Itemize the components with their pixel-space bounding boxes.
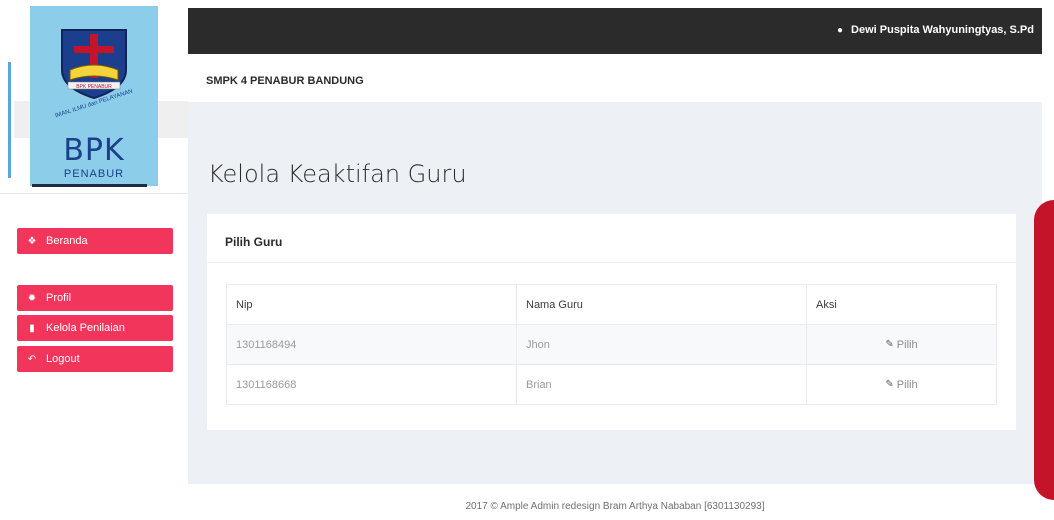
school-name: SMPK 4 PENABUR BANDUNG bbox=[206, 75, 364, 87]
sidebar-item-label: Logout bbox=[46, 353, 80, 365]
table-row: 1301168668 Brian ✎ Pilih bbox=[226, 364, 997, 405]
logo-ribbon: BPK PENABUR bbox=[76, 84, 112, 90]
footer-text: 2017 © Ample Admin redesign Bram Arthya … bbox=[465, 501, 765, 512]
sidebar-item-kelola-penilaian[interactable]: ▮ Kelola Penilaian bbox=[17, 315, 173, 341]
shield-icon: BPK PENABUR bbox=[61, 29, 127, 100]
page: BPK PENABUR IMAN, ILMU dan PELAYANAN BPK… bbox=[0, 0, 1054, 520]
home-icon: ❖ bbox=[27, 235, 37, 247]
gear-icon: ✹ bbox=[27, 292, 37, 304]
pilih-label: Pilih bbox=[896, 338, 918, 351]
cell-nip: 1301168668 bbox=[226, 364, 517, 405]
logo-subtitle: PENABUR bbox=[63, 168, 125, 180]
decorative-red-shape bbox=[1034, 200, 1054, 500]
sidebar-item-logout[interactable]: ↶ Logout bbox=[17, 346, 173, 372]
cell-nama-guru: Brian bbox=[516, 364, 807, 405]
table-row: 1301168494 Jhon ✎ Pilih bbox=[226, 324, 997, 365]
pilih-link[interactable]: ✎ Pilih bbox=[885, 339, 917, 351]
sidebar-item-beranda[interactable]: ❖ Beranda bbox=[17, 228, 173, 254]
pencil-icon: ✎ bbox=[885, 339, 894, 351]
table-header-row: Nip Nama Guru Aksi bbox=[226, 284, 997, 325]
file-icon: ▮ bbox=[29, 322, 35, 334]
top-navbar: ● Dewi Puspita Wahyuningtyas, S.Pd bbox=[188, 8, 1042, 54]
user-icon: ● bbox=[836, 24, 844, 36]
sidebar: BPK PENABUR IMAN, ILMU dan PELAYANAN BPK… bbox=[0, 0, 188, 520]
teacher-table: Nip Nama Guru Aksi 1301168494 Jhon ✎ Pil… bbox=[226, 284, 997, 405]
column-header-nip: Nip bbox=[226, 284, 517, 325]
pilih-label: Pilih bbox=[896, 378, 918, 391]
sidebar-divider bbox=[0, 193, 188, 194]
footer: 2017 © Ample Admin redesign Bram Arthya … bbox=[188, 484, 1042, 520]
column-header-aksi: Aksi bbox=[806, 284, 997, 325]
sidebar-item-label: Profil bbox=[46, 292, 72, 304]
user-name: Dewi Puspita Wahyuningtyas, S.Pd bbox=[851, 24, 1034, 36]
school-bar: SMPK 4 PENABUR BANDUNG bbox=[188, 54, 1042, 102]
card-divider bbox=[207, 262, 1016, 263]
cell-nama-guru: Jhon bbox=[516, 324, 807, 365]
sidebar-item-label: Beranda bbox=[46, 235, 88, 247]
teacher-card: Pilih Guru Nip Nama Guru Aksi 1301168494… bbox=[207, 214, 1016, 430]
pilih-link[interactable]: ✎ Pilih bbox=[885, 379, 917, 391]
sidebar-item-label: Kelola Penilaian bbox=[46, 322, 125, 334]
user-menu[interactable]: ● Dewi Puspita Wahyuningtyas, S.Pd bbox=[837, 24, 1034, 36]
cell-aksi: ✎ Pilih bbox=[806, 364, 997, 405]
sidebar-item-profil[interactable]: ✹ Profil bbox=[17, 285, 173, 311]
logo-underline bbox=[32, 184, 147, 187]
sidebar-accent bbox=[8, 62, 11, 178]
page-title: Kelola Keaktifan Guru bbox=[208, 160, 467, 188]
pencil-icon: ✎ bbox=[885, 379, 894, 391]
school-logo[interactable]: BPK PENABUR IMAN, ILMU dan PELAYANAN BPK… bbox=[30, 6, 158, 187]
main-content: Kelola Keaktifan Guru Pilih Guru Nip Nam… bbox=[188, 102, 1042, 484]
column-header-nama-guru: Nama Guru bbox=[516, 284, 807, 325]
cell-nip: 1301168494 bbox=[226, 324, 517, 365]
cell-aksi: ✎ Pilih bbox=[806, 324, 997, 365]
reply-icon: ↶ bbox=[27, 353, 37, 365]
card-title: Pilih Guru bbox=[225, 235, 283, 249]
logo-brand: BPK bbox=[63, 133, 125, 168]
